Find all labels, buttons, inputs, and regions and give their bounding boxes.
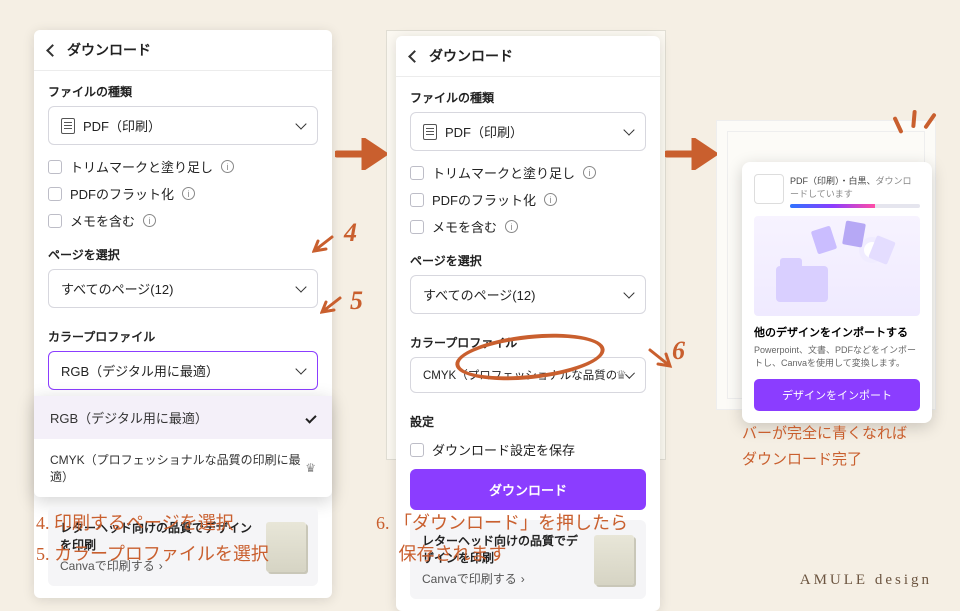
info-icon[interactable]: i (143, 214, 156, 227)
filetype-select[interactable]: PDF（印刷） (48, 106, 318, 145)
filetype-value: PDF（印刷） (83, 116, 161, 135)
dropdown-item-rgb[interactable]: RGB（デジタル用に最適） (34, 396, 332, 439)
rgb-option-label: RGB（デジタル用に最適） (50, 408, 208, 427)
progress-fill (790, 204, 875, 208)
memo-label: メモを含む (432, 217, 497, 236)
pages-value: すべてのページ(12) (423, 285, 535, 304)
check-icon (305, 412, 316, 423)
back-icon (408, 50, 421, 63)
colorprofile-value: RGB（デジタル用に最適） (61, 361, 219, 380)
colorprofile-label: カラープロファイル (34, 316, 332, 351)
step-number-5: 5 (350, 286, 363, 316)
checkbox-icon (48, 160, 62, 174)
promo-link-label: Canvaで印刷する (422, 570, 517, 587)
step-number-4: 4 (344, 218, 357, 248)
flatten-checkbox-row[interactable]: PDFのフラット化 i (396, 186, 660, 213)
back-icon (46, 44, 59, 57)
import-card: PDF（印刷）・白黒、ダウンロードしています 他のデザインをインポートする Po… (742, 162, 932, 423)
info-icon[interactable]: i (544, 193, 557, 206)
step-number-6: 6 (672, 336, 685, 366)
pages-select[interactable]: すべてのページ(12) (48, 269, 318, 308)
save-settings-label: ダウンロード設定を保存 (432, 440, 575, 459)
checkbox-icon (410, 166, 424, 180)
click-indicator (312, 233, 340, 260)
checkbox-icon (48, 187, 62, 201)
arrow-right-icon (665, 138, 717, 170)
trim-label: トリムマークと塗り足し (432, 163, 575, 182)
import-title: 他のデザインをインポートする (754, 324, 920, 340)
colorprofile-value: CMYK（プロフェッショナルな品質の印刷に最… (423, 367, 616, 383)
panel-title: ダウンロード (67, 40, 151, 60)
checkbox-icon (410, 220, 424, 234)
arrow-right-icon (335, 138, 387, 170)
trim-label: トリムマークと塗り足し (70, 157, 213, 176)
chevron-down-icon (623, 124, 634, 135)
info-icon[interactable]: i (505, 220, 518, 233)
download-button-label: ダウンロード (489, 483, 567, 498)
pages-label: ページを選択 (396, 240, 660, 275)
chevron-down-icon (295, 118, 306, 129)
crown-icon: ♛ (305, 461, 316, 475)
import-illustration (754, 216, 920, 316)
filetype-label: ファイルの種類 (34, 71, 332, 106)
promo-thumbnail (266, 522, 306, 572)
save-settings-row[interactable]: ダウンロード設定を保存 (396, 436, 660, 463)
chevron-right-icon: › (521, 572, 525, 586)
dropdown-item-cmyk[interactable]: CMYK（プロフェッショナルな品質の印刷に最適） ♛ (34, 439, 332, 497)
filetype-label: ファイルの種類 (396, 77, 660, 112)
download-button[interactable]: ダウンロード (410, 469, 646, 510)
document-icon (423, 124, 437, 140)
trim-checkbox-row[interactable]: トリムマークと塗り足し i (34, 153, 332, 180)
memo-checkbox-row[interactable]: メモを含む i (396, 213, 660, 240)
chevron-down-icon (295, 281, 306, 292)
info-icon[interactable]: i (583, 166, 596, 179)
chevron-down-icon (295, 363, 306, 374)
panel-title: ダウンロード (429, 46, 513, 66)
pages-label: ページを選択 (34, 234, 332, 269)
file-thumbnail (754, 174, 784, 204)
panel-header[interactable]: ダウンロード (34, 30, 332, 71)
memo-label: メモを含む (70, 211, 135, 230)
colorprofile-select[interactable]: RGB（デジタル用に最適） (48, 351, 318, 390)
checkbox-icon (48, 214, 62, 228)
trim-checkbox-row[interactable]: トリムマークと塗り足し i (396, 159, 660, 186)
caption-right: バーが完全に青くなれば ダウンロード完了 (742, 422, 907, 473)
download-progress-row: PDF（印刷）・白黒、ダウンロードしています (754, 174, 920, 208)
info-icon[interactable]: i (221, 160, 234, 173)
filetype-value: PDF（印刷） (445, 122, 523, 141)
import-button-label: デザインをインポート (782, 390, 892, 402)
flatten-label: PDFのフラット化 (432, 190, 536, 209)
brand-label: AMULE design (800, 572, 932, 589)
checkbox-icon (410, 443, 424, 457)
progress-bar (790, 204, 920, 208)
memo-checkbox-row[interactable]: メモを含む i (34, 207, 332, 234)
colorprofile-label: カラープロファイル (396, 322, 660, 357)
colorprofile-select[interactable]: CMYK（プロフェッショナルな品質の印刷に最… ♛ (410, 357, 646, 393)
info-icon[interactable]: i (182, 187, 195, 200)
checkbox-icon (410, 193, 424, 207)
import-desc: Powerpoint、文書、PDFなどをインポートし、Canvaを使用して変換し… (754, 344, 920, 369)
panel-header[interactable]: ダウンロード (396, 36, 660, 77)
flatten-label: PDFのフラット化 (70, 184, 174, 203)
chevron-down-icon (623, 287, 634, 298)
caption-mid: 6. 「ダウンロード」を押したら 保存されます (376, 508, 628, 569)
document-icon (61, 118, 75, 134)
settings-label: 設定 (396, 401, 660, 436)
pages-select[interactable]: すべてのページ(12) (410, 275, 646, 314)
click-indicator (644, 346, 674, 375)
pages-value: すべてのページ(12) (61, 279, 173, 298)
import-button[interactable]: デザインをインポート (754, 379, 920, 411)
colorprofile-dropdown: RGB（デジタル用に最適） CMYK（プロフェッショナルな品質の印刷に最適） ♛ (34, 396, 332, 497)
click-indicator (320, 294, 348, 321)
filetype-select[interactable]: PDF（印刷） (410, 112, 646, 151)
flatten-checkbox-row[interactable]: PDFのフラット化 i (34, 180, 332, 207)
cmyk-option-label: CMYK（プロフェッショナルな品質の印刷に最適） (50, 451, 305, 485)
file-label: PDF（印刷）・白黒、 (790, 176, 876, 186)
caption-left: 4. 印刷するページを選択 5. カラープロファイルを選択 (36, 508, 269, 569)
